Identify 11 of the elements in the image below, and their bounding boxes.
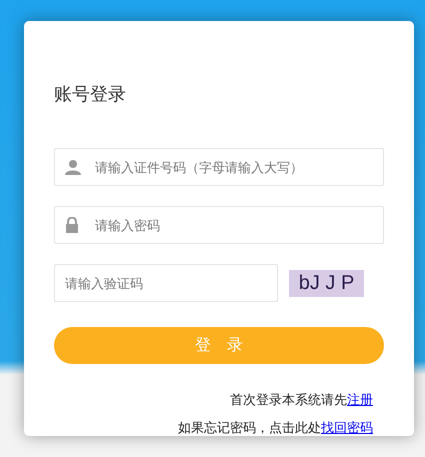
card-title: 账号登录 [54,85,127,103]
help-link[interactable]: 注册 [347,390,373,410]
help-link[interactable]: 找回密码 [321,418,373,437]
input-field[interactable]: 请输入证件号码（字母请输入大写） [54,148,384,186]
help-text: 首次登录本系统请先 [230,391,347,409]
user-icon [65,159,81,175]
help-text: 如果忘记密码，点击此处 [178,418,321,436]
input-field[interactable]: 请输入密码 [54,206,384,244]
lock-icon [65,217,79,233]
captcha-image[interactable]: bJ J P [289,270,364,296]
captcha-field[interactable]: 请输入验证码 [54,264,278,302]
